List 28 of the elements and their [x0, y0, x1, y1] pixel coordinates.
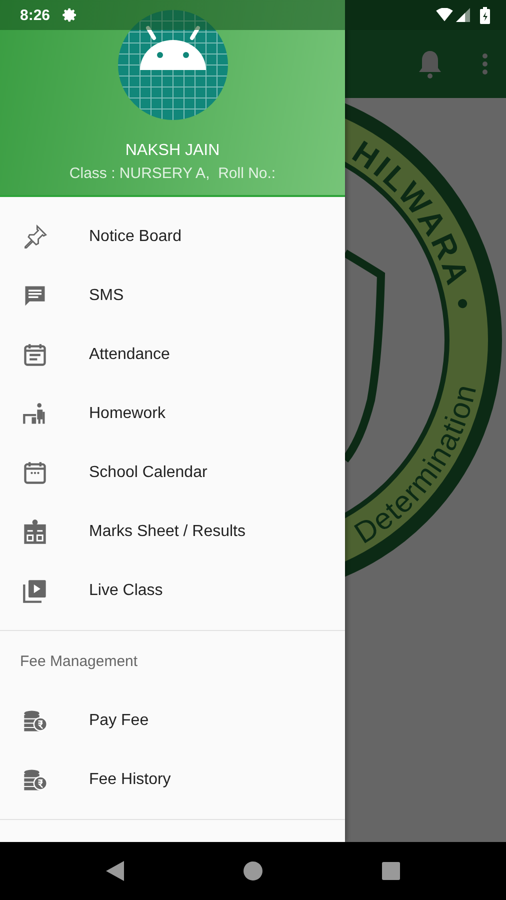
signal-icon	[456, 8, 470, 22]
coins-icon	[22, 766, 48, 792]
student-name: NAKSH JAIN	[125, 142, 220, 160]
menu-item[interactable]: Homework	[0, 384, 345, 443]
settings-icon	[62, 7, 78, 23]
menu-item[interactable]: SMS	[0, 266, 345, 325]
section-title: Fee Management	[19, 652, 139, 672]
menu-item[interactable]: Fee History	[0, 750, 345, 809]
desk-person-icon	[22, 400, 48, 426]
video-library-icon	[22, 578, 48, 604]
battery-icon	[480, 6, 490, 24]
menu-item[interactable]: Attendance	[0, 325, 345, 384]
menu-item[interactable]: Pay Fee	[0, 691, 345, 750]
menu-item[interactable]: Marks Sheet / Results	[0, 502, 345, 561]
class-details: Class : NURSERY A, Roll No.:	[69, 165, 276, 182]
menu-item[interactable]: Notice Board	[0, 207, 345, 266]
pushpin-icon	[22, 224, 48, 250]
menu-item[interactable]: School Calendar	[0, 443, 345, 502]
calendar-icon	[22, 460, 48, 486]
recents-icon[interactable]	[381, 861, 401, 881]
home-icon[interactable]	[243, 861, 263, 881]
clock-time: 8:26	[20, 6, 50, 24]
coins-icon	[22, 708, 48, 734]
back-icon[interactable]	[105, 861, 125, 881]
calendar-icon	[22, 342, 48, 368]
wifi-icon	[436, 8, 453, 22]
clipboard-icon	[22, 518, 48, 544]
menu-item[interactable]: Live Class	[0, 561, 345, 620]
